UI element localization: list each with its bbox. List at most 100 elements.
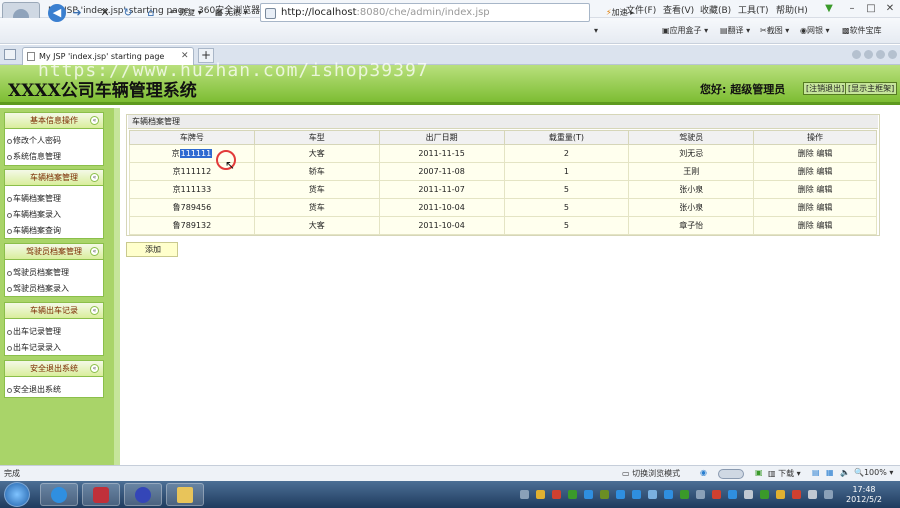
tray-icon[interactable] xyxy=(696,490,705,499)
sidebar-item-vehicle-manage[interactable]: 车辆档案管理 xyxy=(7,193,61,204)
delete-link[interactable]: 删除 xyxy=(798,221,814,230)
volume-icon[interactable]: 🔈 xyxy=(840,468,850,477)
taskbar-browser[interactable] xyxy=(124,483,162,506)
home-icon[interactable]: ⌂ xyxy=(144,4,158,22)
address-text[interactable]: http://localhost:8080/che/admin/index.js… xyxy=(281,7,490,18)
maximize-icon[interactable]: □ xyxy=(864,2,878,15)
tray-icon[interactable] xyxy=(584,490,593,499)
sidebar-group-header[interactable]: 车辆档案管理 « xyxy=(5,170,103,186)
download-button[interactable]: ▥ 下载 ▾ xyxy=(768,468,801,479)
menu-favorites[interactable]: 收藏(B) xyxy=(700,3,731,16)
software-store-button[interactable]: ▩软件宝库 xyxy=(842,25,882,36)
tray-icon[interactable] xyxy=(808,490,817,499)
sidebar-group-header[interactable]: 基本信息操作 « xyxy=(5,113,103,129)
tray-icon[interactable] xyxy=(552,490,561,499)
sidebar-group-header[interactable]: 安全退出系统 « xyxy=(5,361,103,377)
sidebar-toggle-icon[interactable] xyxy=(4,49,16,60)
sidebar-group-header[interactable]: 车辆出车记录 « xyxy=(5,303,103,319)
tray-icon[interactable] xyxy=(776,490,785,499)
tray-icon[interactable] xyxy=(744,490,753,499)
collapse-icon[interactable]: « xyxy=(90,247,99,256)
tray-icon[interactable] xyxy=(680,490,689,499)
address-bar[interactable]: http://localhost:8080/che/admin/index.js… xyxy=(260,3,590,22)
tray-icon[interactable] xyxy=(536,490,545,499)
delete-link[interactable]: 删除 xyxy=(798,185,814,194)
screenshot-button[interactable]: ✂截图 ▾ xyxy=(760,25,789,36)
edit-link[interactable]: 编辑 xyxy=(816,203,832,212)
incognito-button[interactable]: ▦ 无痕 ▾ xyxy=(215,7,248,18)
taskbar-folder[interactable] xyxy=(166,483,204,506)
sidebar-item-driver-manage[interactable]: 驾驶员档案管理 xyxy=(7,267,69,278)
sidebar-item-vehicle-add[interactable]: 车辆档案录入 xyxy=(7,209,61,220)
translate-button[interactable]: ▤翻译 ▾ xyxy=(720,25,750,36)
tray-icon[interactable] xyxy=(664,490,673,499)
tray-icon[interactable] xyxy=(568,490,577,499)
edit-link[interactable]: 编辑 xyxy=(816,167,832,176)
tray-icon[interactable] xyxy=(616,490,625,499)
collapse-icon[interactable]: « xyxy=(90,306,99,315)
app-box-button[interactable]: ▣应用盒子 ▾ xyxy=(662,25,708,36)
main-frame-link[interactable]: [显示主框架] xyxy=(845,82,898,95)
tray-icon[interactable] xyxy=(728,490,737,499)
tray-icon[interactable] xyxy=(600,490,609,499)
collapse-icon[interactable]: « xyxy=(90,364,99,373)
tab-option-icon[interactable] xyxy=(864,50,873,59)
menu-tools[interactable]: 工具(T) xyxy=(738,3,769,16)
delete-link[interactable]: 删除 xyxy=(798,149,814,158)
tray-icon[interactable] xyxy=(648,490,657,499)
accelerate-button[interactable]: ⚡加速 ▸ xyxy=(606,4,648,22)
ebank-button[interactable]: ◉网银 ▾ xyxy=(800,25,830,36)
delete-link[interactable]: 删除 xyxy=(798,203,814,212)
sidebar-item-driver-add[interactable]: 驾驶员档案录入 xyxy=(7,283,69,294)
tray-icon[interactable] xyxy=(632,490,641,499)
tray-icon[interactable] xyxy=(824,490,833,499)
sidebar-item-exit[interactable]: 安全退出系统 xyxy=(7,384,61,395)
tray-icon[interactable] xyxy=(792,490,801,499)
delete-link[interactable]: 删除 xyxy=(798,167,814,176)
sidebar-item-system-info[interactable]: 系统信息管理 xyxy=(7,151,61,162)
minimize-icon[interactable]: – xyxy=(845,2,859,15)
zoom-control[interactable]: 🔍100% ▾ xyxy=(854,468,893,477)
column-header-plate[interactable]: 车牌号 xyxy=(129,130,255,145)
column-header-type[interactable]: 车型 xyxy=(253,130,380,145)
sidebar-item-trip-add[interactable]: 出车记录录入 xyxy=(7,342,61,353)
logout-link[interactable]: [注销退出] xyxy=(803,82,848,95)
tool-icon[interactable]: ▦ xyxy=(826,468,834,477)
tray-icon[interactable] xyxy=(712,490,721,499)
edit-link[interactable]: 编辑 xyxy=(816,149,832,158)
forward-icon[interactable]: ➜ xyxy=(70,4,84,22)
refresh-icon[interactable]: ↻ xyxy=(121,4,135,22)
menu-help[interactable]: 帮助(H) xyxy=(776,3,808,16)
toggle-switch[interactable] xyxy=(718,469,744,479)
status-icon[interactable]: ▣ xyxy=(755,468,763,477)
tab-option-icon[interactable] xyxy=(852,50,861,59)
start-button[interactable] xyxy=(4,482,30,507)
add-button[interactable]: 添加 xyxy=(126,242,178,257)
tab-option-icon[interactable] xyxy=(876,50,885,59)
restore-button[interactable]: ↶ 恢复 ▾ xyxy=(170,7,202,18)
sidebar-item-vehicle-query[interactable]: 车辆档案查询 xyxy=(7,225,61,236)
close-icon[interactable]: ✕ xyxy=(883,2,897,15)
tool-icon[interactable]: ▤ xyxy=(812,468,820,477)
taskbar-app[interactable] xyxy=(82,483,120,506)
column-header-date[interactable]: 出厂日期 xyxy=(378,130,505,145)
tray-icon[interactable] xyxy=(760,490,769,499)
back-icon[interactable]: ◀ xyxy=(48,4,66,22)
tray-icon[interactable] xyxy=(520,490,529,499)
column-header-driver[interactable]: 驾驶员 xyxy=(628,130,755,145)
sidebar-group-header[interactable]: 驾驶员档案管理 « xyxy=(5,244,103,260)
tab-option-icon[interactable] xyxy=(888,50,897,59)
system-clock[interactable]: 17:48 2012/5/2 xyxy=(846,485,882,505)
globe-icon[interactable]: ◉ xyxy=(700,468,707,477)
sidebar-item-change-password[interactable]: 修改个人密码 xyxy=(7,135,61,146)
edit-link[interactable]: 编辑 xyxy=(816,221,832,230)
sidebar-item-trip-manage[interactable]: 出车记录管理 xyxy=(7,326,61,337)
edit-link[interactable]: 编辑 xyxy=(816,185,832,194)
menu-view[interactable]: 查看(V) xyxy=(663,3,694,16)
taskbar-ie[interactable] xyxy=(40,483,78,506)
browse-mode-button[interactable]: ▭ 切换浏览模式 xyxy=(622,468,680,479)
collapse-icon[interactable]: « xyxy=(90,116,99,125)
collapse-icon[interactable]: « xyxy=(90,173,99,182)
stop-icon[interactable]: ✕ xyxy=(98,4,112,22)
shield-icon[interactable]: ▼ xyxy=(822,2,836,15)
